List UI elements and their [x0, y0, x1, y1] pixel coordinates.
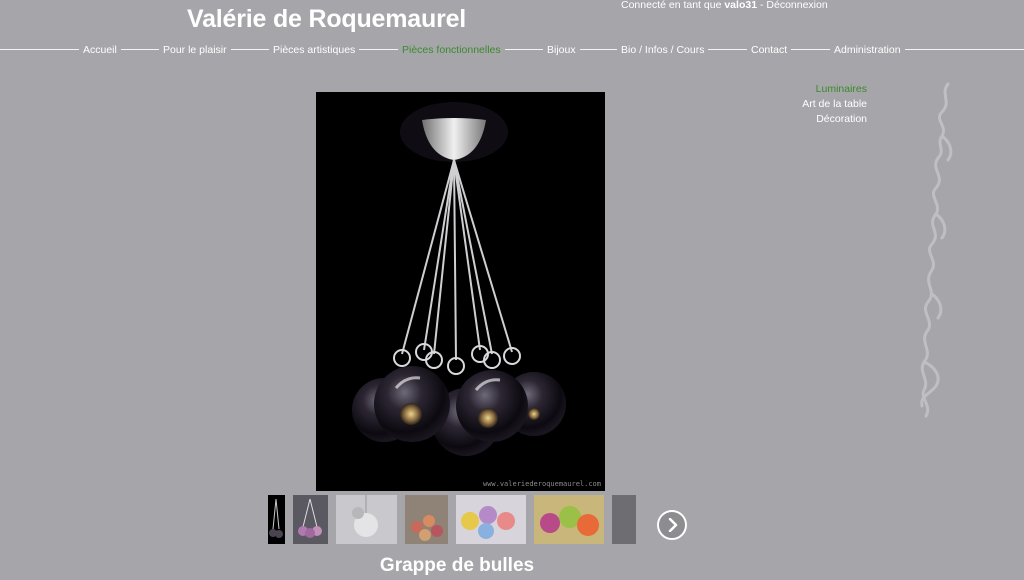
lamp-photo-image	[352, 102, 566, 456]
nav-item-pour-le-plaisir[interactable]: Pour le plaisir	[159, 43, 231, 57]
thumbnail-1[interactable]	[268, 495, 285, 544]
thumbnail-4[interactable]	[405, 495, 448, 544]
nav-item-administration[interactable]: Administration	[830, 43, 905, 57]
photo-watermark: www.valeriederoquemaurel.com	[482, 480, 601, 488]
site-title: Valérie de Roquemaurel	[187, 5, 467, 33]
chevron-right-icon	[668, 518, 678, 532]
next-thumbnails-button[interactable]	[657, 510, 687, 540]
user-status-prefix: Connecté en tant que	[621, 0, 722, 11]
thumbnail-strip	[268, 495, 636, 544]
thumbnail-6[interactable]	[534, 495, 604, 544]
nav-item-contact[interactable]: Contact	[747, 43, 792, 57]
thumbnail-7[interactable]	[612, 495, 636, 544]
logout-link[interactable]: Déconnexion	[766, 0, 827, 11]
thumbnail-5[interactable]	[456, 495, 526, 544]
main-photo[interactable]: www.valeriederoquemaurel.com	[316, 92, 605, 491]
subnav-item-decoration[interactable]: Décoration	[802, 112, 867, 127]
nav-item-pieces-fonctionnelles[interactable]: Pièces fonctionnelles	[398, 43, 505, 57]
username: valo31	[724, 0, 758, 11]
nav-item-pieces-artistiques[interactable]: Pièces artistiques	[269, 43, 360, 57]
nav-item-bio-infos-cours[interactable]: Bio / Infos / Cours	[617, 43, 709, 57]
main-nav: Accueil Pour le plaisir Pièces artistiqu…	[0, 43, 1024, 57]
photo-caption: Grappe de bulles	[379, 555, 535, 576]
user-status: Connecté en tant que valo31 - Déconnexio…	[621, 0, 828, 11]
user-status-separator: -	[757, 0, 767, 11]
thumbnail-2[interactable]	[293, 495, 328, 544]
decorative-flourish	[920, 82, 953, 418]
nav-item-bijoux[interactable]: Bijoux	[543, 43, 580, 57]
nav-item-accueil[interactable]: Accueil	[79, 43, 121, 57]
sub-nav: Luminaires Art de la table Décoration	[802, 82, 867, 127]
thumbnail-3[interactable]	[336, 495, 397, 544]
subnav-item-luminaires[interactable]: Luminaires	[802, 82, 867, 97]
subnav-item-art-de-la-table[interactable]: Art de la table	[802, 97, 867, 112]
